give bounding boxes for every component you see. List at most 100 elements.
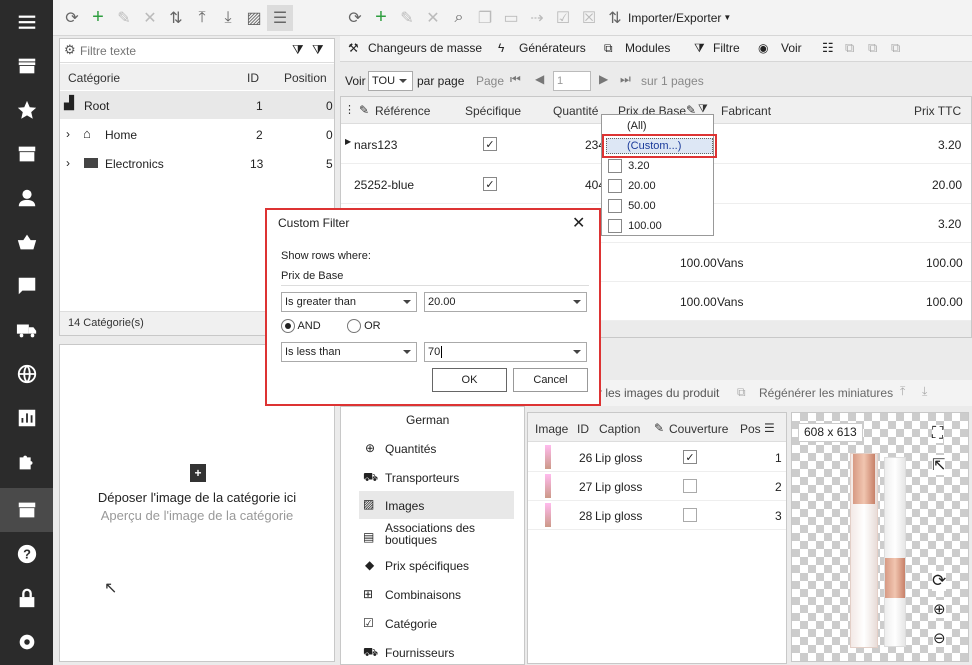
value-2-select[interactable]: 70	[424, 342, 587, 362]
puzzle-icon[interactable]	[0, 440, 53, 484]
tab-transporteurs[interactable]: ⛟ Transporteurs	[361, 466, 516, 490]
col-reference[interactable]: Référence	[375, 104, 430, 118]
delete-icon[interactable]: ✕	[137, 5, 163, 31]
bulk-icon-2[interactable]: ⧉	[868, 40, 877, 56]
tree-row[interactable]: ▟ Root 1 0	[60, 91, 334, 119]
ok-button[interactable]: OK	[432, 368, 507, 392]
tab-combinaisons[interactable]: ⊞ Combinaisons	[361, 583, 516, 607]
next-page-icon[interactable]: ▶	[599, 72, 608, 86]
collapse-icon[interactable]: ⤓	[215, 5, 241, 31]
help-icon[interactable]: ?	[0, 532, 53, 576]
move-icon[interactable]: ⇅	[163, 5, 189, 31]
cover-checkbox[interactable]	[683, 479, 697, 493]
per-page-select[interactable]: TOU	[368, 71, 413, 91]
tab-prix-specifiques[interactable]: ◆ Prix spécifiques	[361, 554, 516, 578]
page-number-input[interactable]	[553, 71, 591, 91]
cell-manufacturer[interactable]: Vans	[717, 256, 743, 270]
bulk-icon-3[interactable]: ⧉	[891, 40, 900, 56]
specific-checkbox[interactable]: ✓	[483, 137, 497, 151]
archive-icon[interactable]	[0, 132, 53, 176]
delete-icon[interactable]: ✕	[420, 5, 446, 31]
cell-reference[interactable]: 25252-blue	[354, 178, 414, 192]
cell-price-ttc[interactable]: 100.00	[926, 256, 963, 270]
col-cover[interactable]: Couverture	[669, 422, 728, 436]
refresh-icon[interactable]: ⟳	[59, 5, 85, 31]
fit-screen-icon[interactable]: ⛶	[932, 425, 944, 443]
specific-checkbox[interactable]: ✓	[483, 177, 497, 191]
add-icon[interactable]: +	[85, 5, 111, 31]
star-icon[interactable]	[0, 88, 53, 132]
open-external-icon[interactable]: ⇱	[932, 455, 946, 475]
view-menu[interactable]: Voir	[781, 41, 802, 55]
filter-text-input[interactable]	[80, 41, 280, 60]
filter-menu[interactable]: Filtre	[713, 41, 740, 55]
zoom-in-icon[interactable]: ⊕	[933, 600, 946, 618]
mass-changers-menu[interactable]: Changeurs de masse	[368, 41, 482, 55]
move-folder-icon[interactable]: ⇢	[524, 5, 550, 31]
tab-fournisseurs[interactable]: ⛟ Fournisseurs	[361, 641, 516, 665]
filter-option-all[interactable]: (All)	[627, 120, 647, 132]
expand-icon[interactable]: ⤒	[189, 5, 215, 31]
chart-icon[interactable]	[0, 396, 53, 440]
operator-2-select[interactable]: Is less than	[281, 342, 417, 362]
cell-price-ttc[interactable]: 20.00	[932, 178, 962, 192]
store-icon[interactable]	[0, 44, 53, 88]
col-pos[interactable]: Pos	[740, 422, 761, 436]
regenerate-thumbnails-button[interactable]: Régénérer les miniatures	[759, 386, 893, 400]
settings-icon[interactable]	[0, 620, 53, 664]
col-price-ttc[interactable]: Prix TTC	[914, 104, 961, 118]
filter-option[interactable]: 100.00	[608, 219, 662, 233]
tab-images[interactable]: ▨ Images	[359, 491, 514, 519]
image-row[interactable]: 28 Lip gloss 3	[528, 501, 786, 530]
cell-price-ttc[interactable]: 3.20	[938, 217, 961, 231]
user-icon[interactable]	[0, 176, 53, 220]
modules-menu[interactable]: Modules	[625, 41, 670, 55]
col-id[interactable]: ID	[577, 422, 589, 436]
cell-base-price[interactable]: 100.00	[680, 295, 717, 309]
basket-icon[interactable]	[0, 220, 53, 264]
truck-icon[interactable]	[0, 308, 53, 352]
menu-icon[interactable]	[0, 0, 53, 44]
import-export-icon[interactable]: ⇅	[602, 5, 628, 31]
operator-1-select[interactable]: Is greater than	[281, 292, 417, 312]
image-icon[interactable]: ▨	[241, 5, 267, 31]
catalog-icon[interactable]	[0, 488, 53, 532]
column-chooser-icon[interactable]: ⋮	[344, 103, 355, 116]
upload-images-button[interactable]: r les images du produit	[598, 386, 719, 400]
filter-option[interactable]: 20.00	[608, 179, 656, 193]
expand-arrow-icon[interactable]: ›	[66, 156, 70, 170]
last-page-icon[interactable]: ⏭	[620, 72, 631, 87]
or-radio[interactable]: OR	[347, 319, 381, 333]
and-radio[interactable]: AND	[281, 319, 321, 333]
filter-rows-icon[interactable]: ☰	[267, 4, 293, 31]
col-caption[interactable]: Caption	[599, 422, 640, 436]
zoom-out-icon[interactable]: ⊖	[933, 629, 946, 647]
first-page-icon[interactable]: ⏮	[510, 72, 521, 87]
gear-icon[interactable]: ⚙	[64, 42, 76, 58]
close-icon[interactable]: ✕	[572, 213, 585, 233]
tree-row[interactable]: › ⌂ Home 2 0	[60, 120, 334, 148]
cell-manufacturer[interactable]: Vans	[717, 295, 743, 309]
sort-icon[interactable]: ☰	[764, 421, 775, 435]
bulk-icon-1[interactable]: ⧉	[845, 40, 854, 56]
filter-option[interactable]: 3.20	[608, 159, 649, 173]
col-quantity[interactable]: Quantité	[553, 104, 598, 118]
uncheck-icon[interactable]: ☒	[576, 5, 602, 31]
generators-menu[interactable]: Générateurs	[519, 41, 586, 55]
tab-associations[interactable]: ▤ Associations des boutiques	[361, 522, 521, 552]
expand-arrow-icon[interactable]: ›	[66, 127, 70, 141]
filter-option-custom[interactable]: (Custom...)	[602, 134, 717, 158]
filter-option[interactable]: 50.00	[608, 199, 656, 213]
cell-price-ttc[interactable]: 3.20	[938, 138, 961, 152]
image-row[interactable]: 26 Lip gloss ✓ 1	[528, 443, 786, 472]
value-1-select[interactable]: 20.00	[424, 292, 587, 312]
cover-checkbox[interactable]: ✓	[683, 450, 697, 464]
col-category[interactable]: Catégorie	[68, 71, 120, 85]
sort-icon[interactable]: ☷	[822, 40, 834, 56]
search-icon[interactable]: ⌕	[446, 5, 472, 31]
import-export-menu[interactable]: Importer/Exporter	[628, 11, 721, 25]
col-position[interactable]: Position	[284, 71, 327, 85]
tab-categorie[interactable]: ☑ Catégorie	[361, 612, 516, 636]
tree-row[interactable]: › Electronics 13 5	[60, 149, 334, 177]
refresh-icon[interactable]: ⟳	[342, 5, 368, 31]
